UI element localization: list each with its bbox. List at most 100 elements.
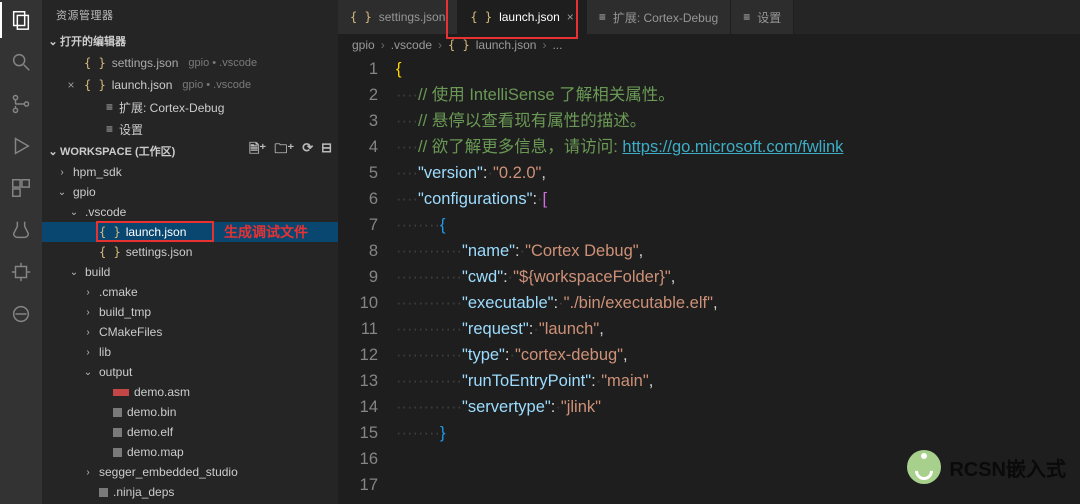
file-item[interactable]: .ninja_deps bbox=[42, 482, 338, 502]
search-icon[interactable] bbox=[9, 50, 33, 74]
tree-label: demo.asm bbox=[134, 385, 190, 399]
asm-icon bbox=[113, 389, 129, 396]
file-item[interactable]: demo.bin bbox=[42, 402, 338, 422]
chip-icon[interactable] bbox=[9, 260, 33, 284]
json-icon: { } bbox=[99, 245, 121, 259]
activity-bar bbox=[0, 0, 42, 504]
file-icon bbox=[113, 428, 122, 437]
folder-item[interactable]: › hpm_sdk bbox=[42, 162, 338, 182]
chevron-down-icon: ⌄ bbox=[82, 367, 94, 378]
run-debug-icon[interactable] bbox=[9, 134, 33, 158]
breadcrumb-segment[interactable]: .vscode bbox=[391, 38, 432, 52]
chevron-down-icon: ⌄ bbox=[56, 187, 68, 198]
tree-label: launch.json bbox=[126, 225, 187, 239]
folder-item[interactable]: ⌄output bbox=[42, 362, 338, 382]
chevron-down-icon: ⌄ bbox=[68, 207, 80, 218]
close-icon[interactable]: × bbox=[64, 78, 78, 92]
chevron-down-icon: ⌄ bbox=[46, 145, 60, 158]
refresh-icon[interactable]: ⟳ bbox=[302, 140, 313, 162]
tree-label: gpio bbox=[73, 185, 96, 199]
json-icon: { } bbox=[84, 78, 106, 92]
folder-item[interactable]: › .cmake bbox=[42, 282, 338, 302]
folder-item[interactable]: ›lib bbox=[42, 342, 338, 362]
gear-icon: ≡ bbox=[599, 10, 606, 24]
file-item[interactable]: { } launch.json 生成调试文件 bbox=[42, 222, 338, 242]
editor-tab[interactable]: ≡设置 bbox=[731, 0, 794, 34]
json-icon: { } bbox=[350, 10, 372, 24]
folder-item[interactable]: ⌄ .vscode bbox=[42, 202, 338, 222]
tree-label: .cmake bbox=[99, 285, 138, 299]
tree-label: build_tmp bbox=[99, 305, 151, 319]
folder-item[interactable]: ›build_tmp bbox=[42, 302, 338, 322]
breadcrumb[interactable]: gpio› .vscode› { } launch.json› ... bbox=[338, 34, 1080, 56]
file-item[interactable]: demo.elf bbox=[42, 422, 338, 442]
folder-item[interactable]: ⌄ build bbox=[42, 262, 338, 282]
breadcrumb-segment[interactable]: launch.json bbox=[476, 38, 537, 52]
breadcrumb-segment[interactable]: ... bbox=[552, 38, 562, 52]
annotation-text: 生成调试文件 bbox=[224, 222, 308, 242]
tree-label: demo.elf bbox=[127, 425, 173, 439]
open-editor-label: 设置 bbox=[119, 121, 143, 138]
explorer-icon[interactable] bbox=[9, 8, 33, 32]
file-item[interactable]: demo.map bbox=[42, 442, 338, 462]
tree-label: CMakeFiles bbox=[99, 325, 162, 339]
chevron-right-icon: › bbox=[82, 327, 94, 338]
workspace-label: WORKSPACE (工作区) bbox=[60, 143, 175, 159]
source-control-icon[interactable] bbox=[9, 92, 33, 116]
new-file-icon[interactable]: 🗎⁺ bbox=[249, 140, 266, 162]
open-editor-item[interactable]: ×{ }launch.jsongpio • .vscode bbox=[42, 74, 338, 96]
chevron-right-icon: › bbox=[56, 167, 68, 178]
sidebar-title: 资源管理器 bbox=[42, 0, 338, 30]
new-folder-icon[interactable]: 🗀⁺ bbox=[274, 140, 294, 162]
tree-label: .vscode bbox=[85, 205, 126, 219]
tree-label: hpm_sdk bbox=[73, 165, 122, 179]
open-editor-label: 扩展: Cortex-Debug bbox=[119, 99, 224, 116]
editor-tabs: { } settings.json { }launch.json× ≡ 扩展: Cort… bbox=[338, 0, 1080, 34]
open-editors-header[interactable]: ⌄ 打开的编辑器 bbox=[42, 30, 338, 52]
open-editor-item[interactable]: { }settings.jsongpio • .vscode bbox=[42, 52, 338, 74]
testing-icon[interactable] bbox=[9, 218, 33, 242]
json-icon: { } bbox=[84, 56, 106, 70]
file-item[interactable]: demo.asm bbox=[42, 382, 338, 402]
tree-label: settings.json bbox=[126, 245, 193, 259]
cortex-icon[interactable] bbox=[9, 302, 33, 326]
tab-label: 设置 bbox=[757, 9, 781, 26]
folder-item[interactable]: ⌄ gpio bbox=[42, 182, 338, 202]
file-icon bbox=[113, 408, 122, 417]
editor-tab[interactable]: { } settings.json bbox=[338, 0, 458, 34]
close-icon[interactable]: × bbox=[567, 10, 574, 24]
tree-label: segger_embedded_studio bbox=[99, 465, 238, 479]
editor-tab[interactable]: ≡ 扩展: Cortex-Debug bbox=[587, 0, 731, 34]
workspace-tools: 🗎⁺ 🗀⁺ ⟳ ⊟ bbox=[249, 140, 332, 162]
code-editor[interactable]: 1234567891011121314151617 {····// 使用 Int… bbox=[338, 56, 1080, 504]
open-editor-item[interactable]: ≡扩展: Cortex-Debug bbox=[42, 96, 338, 118]
sidebar: 资源管理器 ⌄ 打开的编辑器 { }settings.jsongpio • .v… bbox=[42, 0, 338, 504]
file-item[interactable]: { } settings.json bbox=[42, 242, 338, 262]
extensions-icon[interactable] bbox=[9, 176, 33, 200]
watermark: RCSN嵌入式 bbox=[907, 450, 1066, 484]
chevron-right-icon: › bbox=[82, 467, 94, 478]
tree-label: lib bbox=[99, 345, 111, 359]
open-editor-item[interactable]: ≡ 设置 bbox=[42, 118, 338, 140]
chevron-right-icon: › bbox=[82, 287, 94, 298]
editor-tab[interactable]: { }launch.json× bbox=[458, 0, 586, 34]
open-editor-label: settings.json bbox=[112, 56, 179, 70]
editor-area: { } settings.json { }launch.json× ≡ 扩展: Cort… bbox=[338, 0, 1080, 504]
chevron-down-icon: ⌄ bbox=[68, 267, 80, 278]
folder-item[interactable]: › segger_embedded_studio bbox=[42, 462, 338, 482]
workspace-header[interactable]: ⌄ WORKSPACE (工作区) 🗎⁺ 🗀⁺ ⟳ ⊟ bbox=[42, 140, 338, 162]
breadcrumb-segment[interactable]: gpio bbox=[352, 38, 375, 52]
tree-label: demo.map bbox=[127, 445, 184, 459]
gear-icon: ≡ bbox=[106, 122, 113, 136]
tree-label: demo.bin bbox=[127, 405, 176, 419]
collapse-icon[interactable]: ⊟ bbox=[321, 140, 332, 162]
watermark-text: RCSN嵌入式 bbox=[949, 453, 1066, 482]
file-icon bbox=[113, 448, 122, 457]
tree-label: build bbox=[85, 265, 110, 279]
line-gutter: 1234567891011121314151617 bbox=[338, 56, 396, 504]
folder-item[interactable]: › CMakeFiles bbox=[42, 322, 338, 342]
file-icon bbox=[99, 488, 108, 497]
json-icon: { } bbox=[99, 225, 121, 239]
tab-label: 扩展: Cortex-Debug bbox=[613, 9, 718, 26]
tab-label: settings.json bbox=[379, 10, 446, 24]
